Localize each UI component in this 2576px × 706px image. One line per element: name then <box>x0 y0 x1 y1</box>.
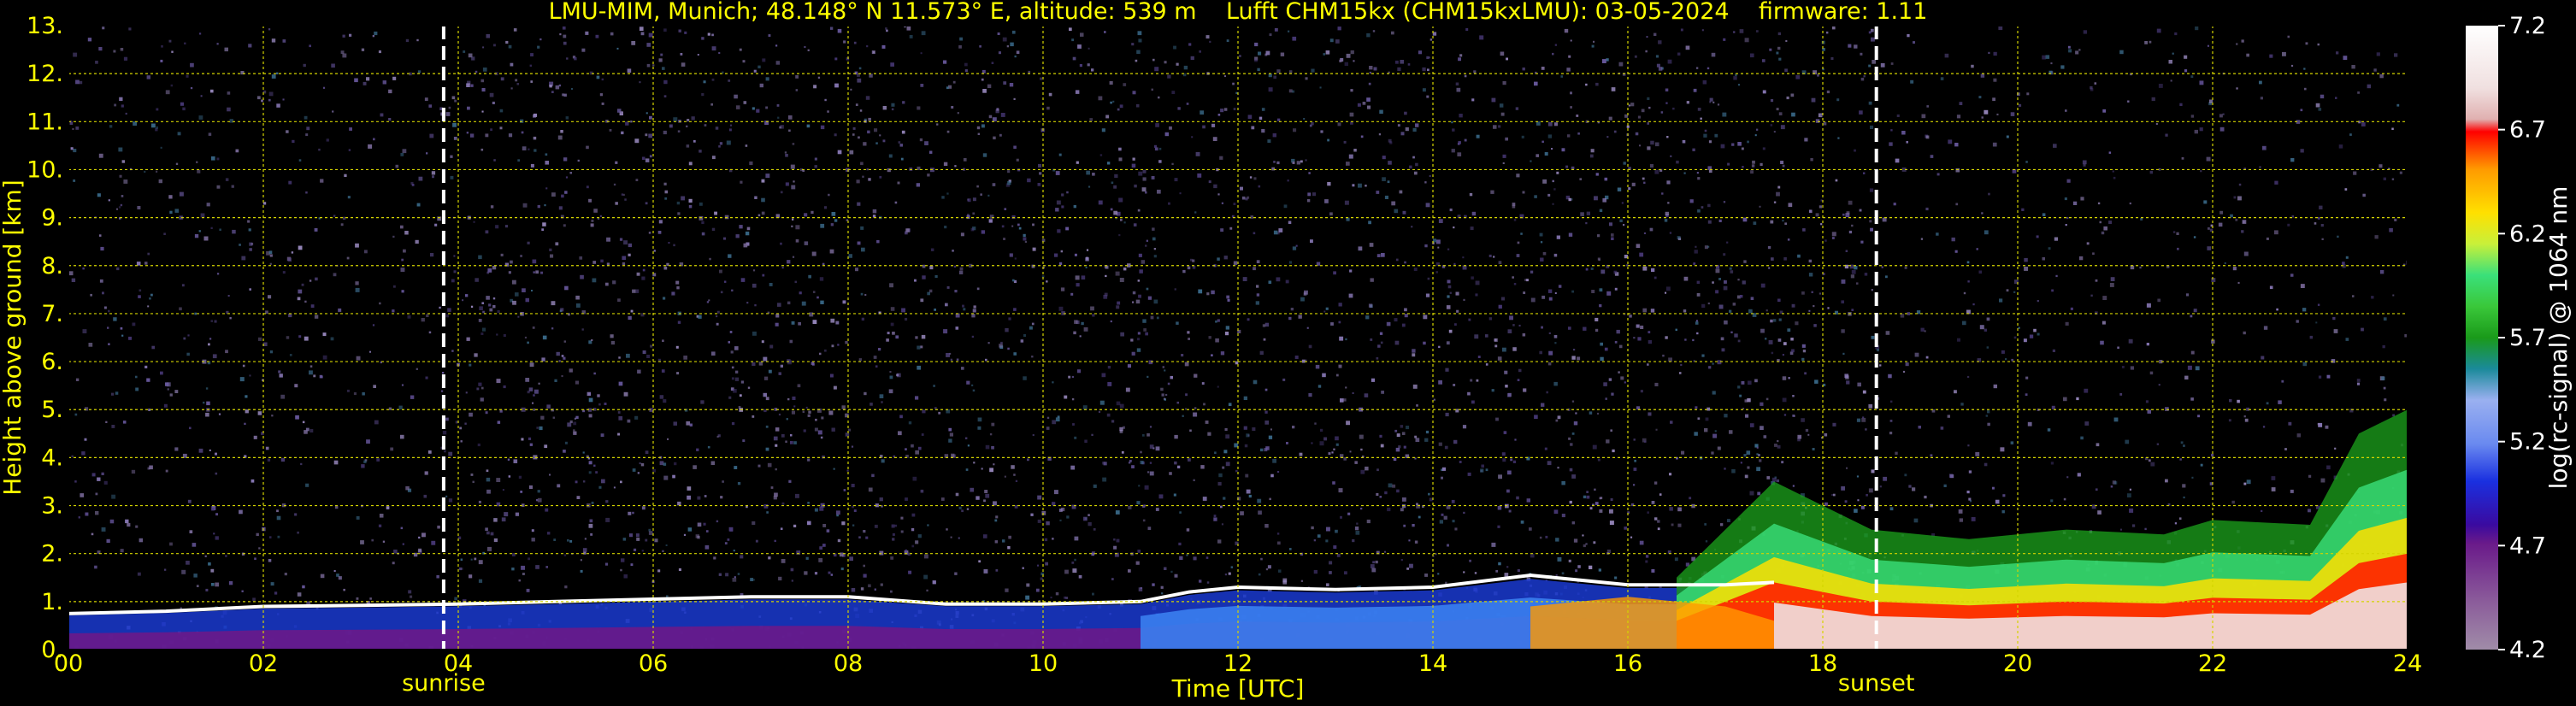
y-tick-label: 13. <box>27 13 63 39</box>
colorbar <box>2466 26 2498 650</box>
y-tick-label: 4. <box>41 444 63 471</box>
y-tick-label: 11. <box>27 109 63 135</box>
y-tick-label: 6. <box>41 349 63 375</box>
colorbar-tick-label: 5.7 <box>2509 325 2546 351</box>
y-axis-label: Height above ground [km] <box>0 179 27 496</box>
y-tick-label: 8. <box>41 253 63 279</box>
y-tick-label: 1. <box>41 589 63 615</box>
x-tick-label: 10 <box>1029 650 1058 677</box>
x-tick-label: 20 <box>2003 650 2032 677</box>
lidar-chart: sunrise sunset LMU-MIM, Munich; 48.148° N… <box>0 0 2573 703</box>
x-tick-label: 14 <box>1418 650 1447 677</box>
colorbar-tick-label: 4.7 <box>2509 532 2546 559</box>
x-tick-label: 00 <box>54 650 83 677</box>
x-tick-label: 06 <box>639 650 668 677</box>
colorbar-label: log(rc-signal) @ 1064 nm <box>2544 186 2573 490</box>
colorbar-ticks: 7.2 6.7 6.2 5.7 5.2 4.7 4.2 <box>2498 13 2546 663</box>
y-tick-label: 2. <box>41 541 63 568</box>
colorbar-tick-label: 5.2 <box>2509 429 2546 456</box>
colorbar-tick-label: 6.7 <box>2509 117 2546 144</box>
x-tick-label: 24 <box>2393 650 2422 677</box>
x-tick-label: 16 <box>1613 650 1642 677</box>
x-tick-label: 04 <box>444 650 473 677</box>
x-axis-label: Time [UTC] <box>1171 674 1305 703</box>
x-tick-label: 12 <box>1223 650 1253 677</box>
y-tick-label: 3. <box>41 493 63 520</box>
x-tick-label: 02 <box>249 650 278 677</box>
y-tick-label: 12. <box>27 61 63 87</box>
x-tick-label: 22 <box>2198 650 2227 677</box>
y-tick-label: 5. <box>41 397 63 423</box>
colorbar-tick-label: 6.2 <box>2509 221 2546 247</box>
chart-title: LMU-MIM, Munich; 48.148° N 11.573° E, al… <box>549 0 1928 25</box>
y-axis-ticks: 0.1.2.3.4.5.6.7.8.9.10.11.12.13. <box>27 13 63 663</box>
y-tick-label: 10. <box>27 156 63 183</box>
sunset-label: sunset <box>1838 670 1915 697</box>
y-tick-label: 9. <box>41 205 63 232</box>
colorbar-tick-label: 7.2 <box>2509 13 2546 39</box>
x-tick-label: 18 <box>1808 650 1837 677</box>
x-tick-label: 08 <box>834 650 863 677</box>
y-tick-label: 7. <box>41 301 63 327</box>
colorbar-tick-label: 4.2 <box>2509 637 2546 663</box>
